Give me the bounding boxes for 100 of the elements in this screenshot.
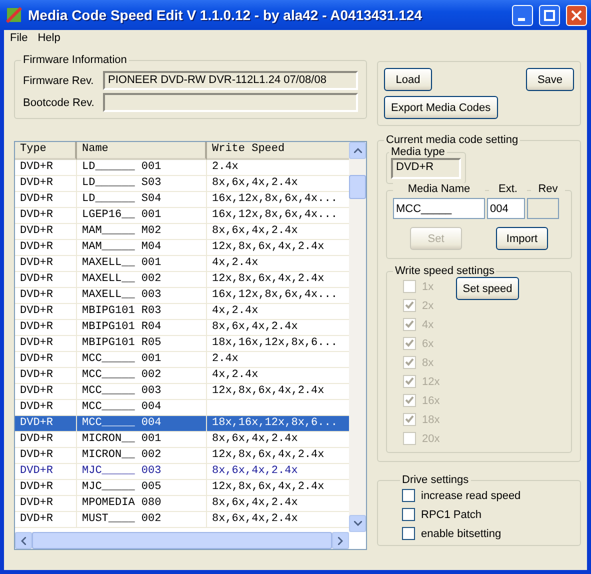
table-cell[interactable]: MAM_____ M02 (77, 224, 207, 240)
column-header[interactable]: Write Speed (207, 142, 349, 160)
table-cell[interactable]: DVD+R (15, 288, 77, 304)
table-cell[interactable]: LD______ 001 (77, 160, 207, 176)
table-cell[interactable]: DVD+R (15, 240, 77, 256)
checkmark-icon (405, 415, 414, 424)
table-cell[interactable]: MAXELL__ 002 (77, 272, 207, 288)
table-cell[interactable]: DVD+R (15, 400, 77, 416)
table-cell[interactable]: DVD+R (15, 320, 77, 336)
table-cell[interactable]: 18x,16x,12x,8x,6... (207, 416, 349, 432)
column-header[interactable]: Name (77, 142, 207, 160)
table-cell[interactable]: MUST____ 002 (77, 512, 207, 528)
table-cell[interactable]: MCC_____ 004 (77, 416, 207, 432)
table-cell[interactable]: DVD+R (15, 416, 77, 432)
minimize-icon (518, 18, 524, 20)
table-cell[interactable]: DVD+R (15, 336, 77, 352)
set-speed-button[interactable]: Set speed (456, 277, 520, 300)
menu-item[interactable]: Help (34, 32, 64, 46)
table-cell[interactable]: DVD+R (15, 464, 77, 480)
table-cell[interactable]: 4x,2.4x (207, 368, 349, 384)
close-button[interactable] (566, 4, 587, 26)
checkmark-icon (405, 377, 414, 386)
table-cell[interactable]: DVD+R (15, 272, 77, 288)
table-cell[interactable]: DVD+R (15, 208, 77, 224)
table-cell[interactable]: DVD+R (15, 224, 77, 240)
table-cell[interactable]: 8x,6x,4x,2.4x (207, 176, 349, 192)
table-cell[interactable]: MAXELL__ 001 (77, 256, 207, 272)
table-cell[interactable]: MJC_____ 003 (77, 464, 207, 480)
table-cell[interactable]: MBIPG101 R03 (77, 304, 207, 320)
field-label: Media Name (393, 183, 485, 195)
menu-item[interactable]: File (7, 32, 31, 46)
maximize-button[interactable] (539, 4, 560, 26)
table-cell[interactable]: 2.4x (207, 352, 349, 368)
table-cell[interactable]: DVD+R (15, 368, 77, 384)
table-cell[interactable]: DVD+R (15, 496, 77, 512)
table-cell[interactable]: MICRON__ 002 (77, 448, 207, 464)
checkbox-label: 8x (422, 356, 434, 368)
table-cell[interactable]: MPOMEDIA 080 (77, 496, 207, 512)
checkmark-icon (405, 301, 414, 310)
table-cell[interactable]: MCC_____ 003 (77, 384, 207, 400)
table-cell[interactable]: MICRON__ 001 (77, 432, 207, 448)
table-cell[interactable]: DVD+R (15, 480, 77, 496)
table-cell[interactable]: 8x,6x,4x,2.4x (207, 464, 349, 480)
checkbox[interactable] (402, 508, 415, 521)
vertical-scrollbar[interactable] (349, 142, 366, 532)
table-cell[interactable]: MAXELL__ 003 (77, 288, 207, 304)
table-cell[interactable]: DVD+R (15, 176, 77, 192)
table-cell[interactable]: MBIPG101 R04 (77, 320, 207, 336)
field-label: Ext. (489, 183, 527, 195)
table-cell[interactable]: DVD+R (15, 432, 77, 448)
table-cell[interactable]: 12x,8x,6x,4x,2.4x (207, 272, 349, 288)
table-cell[interactable]: 12x,8x,6x,4x,2.4x (207, 240, 349, 256)
table-cell[interactable]: MCC_____ 002 (77, 368, 207, 384)
table-cell[interactable]: 8x,6x,4x,2.4x (207, 496, 349, 512)
table-cell[interactable]: 16x,12x,8x,6x,4x... (207, 288, 349, 304)
column-header[interactable]: Type (15, 142, 77, 160)
table-cell[interactable]: 16x,12x,8x,6x,4x... (207, 192, 349, 208)
checkbox[interactable] (402, 527, 415, 540)
table-cell[interactable]: 4x,2.4x (207, 256, 349, 272)
table-cell[interactable]: MJC_____ 005 (77, 480, 207, 496)
media-name-field[interactable]: MCC_____ (393, 198, 485, 219)
table-cell[interactable]: DVD+R (15, 256, 77, 272)
table-cell[interactable]: 8x,6x,4x,2.4x (207, 432, 349, 448)
file-button[interactable]: Save (526, 68, 574, 91)
table-cell[interactable]: 12x,8x,6x,4x,2.4x (207, 448, 349, 464)
maximize-icon (544, 10, 555, 20)
table-cell[interactable]: MCC_____ 004 (77, 400, 207, 416)
table-cell[interactable]: DVD+R (15, 512, 77, 528)
export-button[interactable]: Export Media Codes (384, 96, 498, 119)
scrollbar-thumb[interactable] (349, 175, 366, 199)
group-title: Firmware Information (22, 54, 128, 66)
table-cell[interactable]: 8x,6x,4x,2.4x (207, 320, 349, 336)
table-cell[interactable]: DVD+R (15, 448, 77, 464)
checkbox-label: 20x (422, 432, 440, 444)
file-button[interactable]: Load (384, 68, 432, 91)
ext-field[interactable]: 004 (487, 198, 525, 219)
checkbox[interactable] (402, 489, 415, 502)
table-cell[interactable]: 8x,6x,4x,2.4x (207, 512, 349, 528)
checkbox-label: 1x (422, 280, 434, 292)
table-cell[interactable]: DVD+R (15, 352, 77, 368)
table-cell[interactable]: 4x,2.4x (207, 304, 349, 320)
table-cell[interactable]: LD______ S03 (77, 176, 207, 192)
table-cell[interactable]: MBIPG101 R05 (77, 336, 207, 352)
table-cell[interactable]: DVD+R (15, 384, 77, 400)
table-cell[interactable]: DVD+R (15, 304, 77, 320)
table-cell[interactable]: LGEP16__ 001 (77, 208, 207, 224)
table-cell[interactable]: 12x,8x,6x,4x,2.4x (207, 384, 349, 400)
table-cell[interactable]: 18x,16x,12x,8x,6... (207, 336, 349, 352)
action-button[interactable]: Import (496, 227, 548, 250)
table-cell[interactable]: MAM_____ M04 (77, 240, 207, 256)
table-cell[interactable]: 12x,8x,6x,4x,2.4x (207, 480, 349, 496)
minimize-button[interactable] (512, 4, 533, 26)
table-cell[interactable]: MCC_____ 001 (77, 352, 207, 368)
table-cell[interactable]: LD______ S04 (77, 192, 207, 208)
table-cell[interactable]: DVD+R (15, 192, 77, 208)
table-cell[interactable]: DVD+R (15, 160, 77, 176)
table-cell[interactable]: 8x,6x,4x,2.4x (207, 224, 349, 240)
table-cell[interactable]: 2.4x (207, 160, 349, 176)
checkbox-label: 2x (422, 300, 434, 312)
table-cell[interactable]: 16x,12x,8x,6x,4x... (207, 208, 349, 224)
